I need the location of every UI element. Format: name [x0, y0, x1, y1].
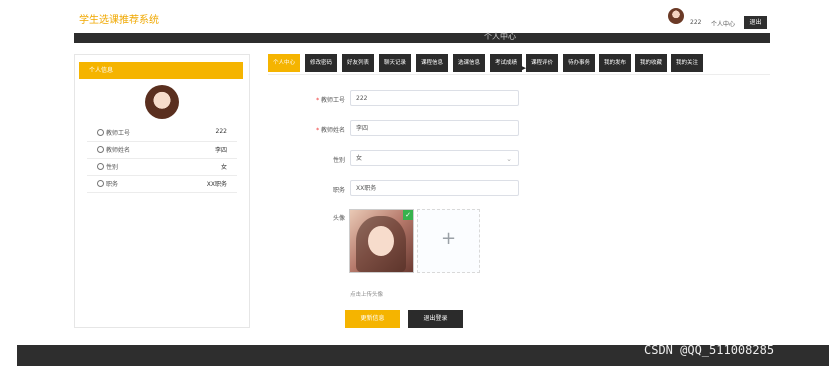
tab-divider [268, 74, 770, 75]
gender-label: 性别 [332, 157, 345, 164]
check-icon: ✓ [403, 210, 413, 220]
tab-todo[interactable]: 待办事务 [563, 54, 595, 72]
avatar-label: 头像 [332, 215, 345, 222]
logout-button[interactable]: 退出登录 [408, 310, 463, 328]
profile-card: 个人信息 教师工号 222 教师姓名 李四 性别 女 职务 XX职务 [74, 54, 250, 328]
tab-course-eval[interactable]: 课程评价 [526, 54, 558, 72]
tab-selection-info[interactable]: 选课信息 [453, 54, 485, 72]
tab-chat-records[interactable]: 聊天记录 [379, 54, 411, 72]
tab-friends[interactable]: 好友列表 [342, 54, 374, 72]
required-mark: * [316, 127, 320, 134]
plus-icon: + [440, 228, 457, 249]
position-input[interactable]: XX职务 [350, 180, 519, 196]
info-value: 李四 [214, 147, 227, 154]
info-row-teacher-name: 教师姓名 李四 [87, 141, 237, 159]
user-name: 222 [690, 19, 702, 26]
uploaded-avatar-photo[interactable]: ✓ [349, 209, 414, 273]
tab-change-password[interactable]: 修改密码 [305, 54, 337, 72]
top-header: 学生选课推荐系统 222 个人中心 退出 [0, 0, 829, 33]
user-center-link[interactable]: 个人中心 [711, 19, 735, 28]
user-icon [97, 129, 104, 136]
info-label: 教师姓名 [106, 147, 131, 154]
tab-my-favorites[interactable]: 我的收藏 [635, 54, 667, 72]
user-avatar[interactable] [668, 8, 684, 24]
app-title[interactable]: 学生选课推荐系统 [79, 11, 159, 26]
watermark: CSDN @QQ_511008285 [644, 343, 775, 357]
tab-my-follows[interactable]: 我的关注 [671, 54, 703, 72]
tab-my-posts[interactable]: 我的发布 [599, 54, 631, 72]
info-value: 222 [215, 128, 227, 135]
upload-hint: 点击上传头像 [350, 292, 384, 298]
teacher-id-input[interactable]: 222 [350, 90, 519, 106]
tab-course-info[interactable]: 课程信息 [416, 54, 448, 72]
info-value: 女 [220, 164, 227, 171]
logout-top-button[interactable]: 退出 [744, 16, 767, 29]
page-title-bar: 个人中心 [74, 32, 770, 43]
teacher-name-label: * 教师姓名 [285, 125, 345, 134]
info-row-gender: 性别 女 [87, 158, 237, 176]
teacher-name-input[interactable]: 李四 [350, 120, 519, 136]
info-value: XX职务 [206, 181, 227, 188]
user-icon [97, 163, 104, 170]
info-row-position: 职务 XX职务 [87, 175, 237, 193]
label-text: 教师姓名 [320, 127, 345, 134]
chevron-down-icon: ⌄ [506, 155, 512, 163]
page-title: 个人中心 [484, 32, 516, 41]
profile-card-title: 个人信息 [79, 62, 243, 79]
info-label: 教师工号 [106, 130, 131, 137]
tab-exam-scores[interactable]: 考试成绩 [490, 54, 522, 72]
required-mark: * [316, 97, 320, 104]
gender-select[interactable]: 女 ⌄ [350, 150, 519, 166]
mouse-cursor-icon: ➤ [519, 64, 527, 74]
teacher-id-label: * 教师工号 [285, 95, 345, 104]
info-row-teacher-id: 教师工号 222 [87, 124, 237, 142]
user-icon [97, 180, 104, 187]
info-label: 职务 [106, 181, 119, 188]
profile-avatar [145, 85, 179, 119]
user-icon [97, 146, 104, 153]
gender-select-value: 女 [356, 155, 363, 162]
upload-avatar-button[interactable]: + [417, 209, 480, 273]
tab-personal-center[interactable]: 个人中心 [268, 54, 300, 72]
position-label: 职务 [332, 187, 345, 194]
photo-face [368, 226, 394, 256]
label-text: 教师工号 [320, 97, 345, 104]
update-info-button[interactable]: 更新信息 [345, 310, 400, 328]
info-label: 性别 [106, 164, 119, 171]
